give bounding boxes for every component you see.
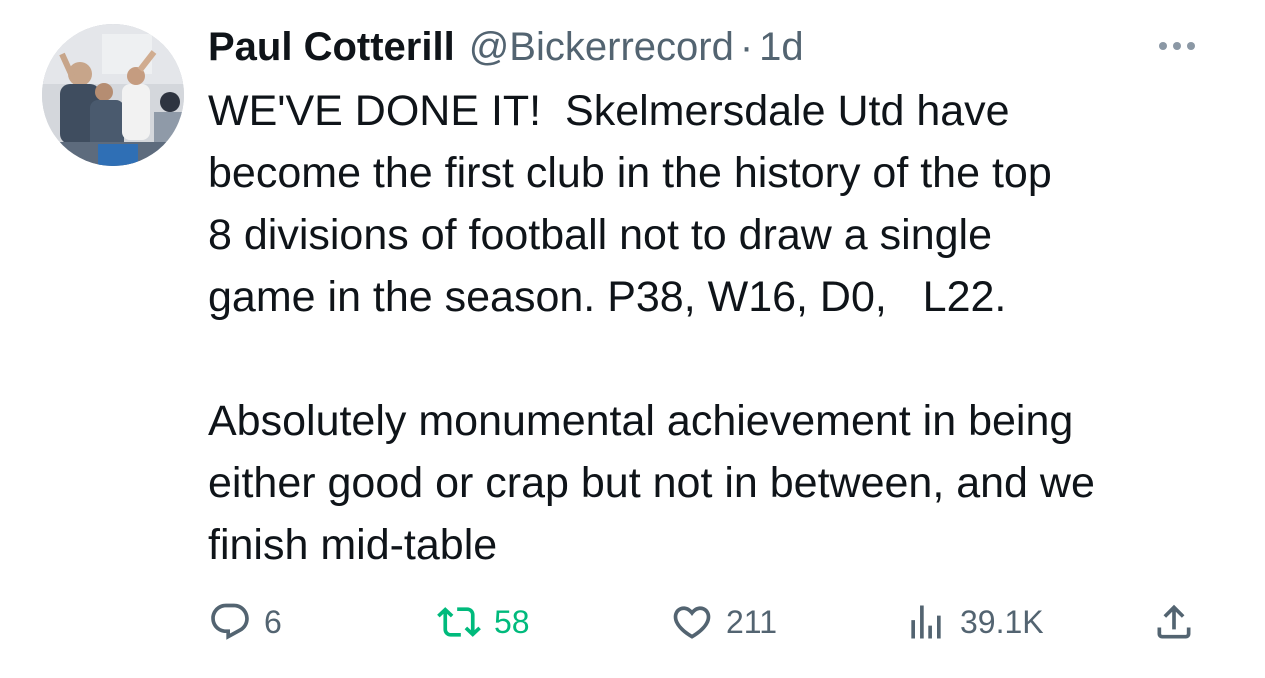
retweet-count: 58	[494, 603, 530, 640]
views-count: 39.1K	[960, 603, 1044, 640]
tweet-text-line: 8 divisions of football not to draw a si…	[208, 211, 993, 259]
views-icon	[911, 605, 941, 639]
tweet-text-line: WE'VE DONE IT! Skelmersdale Utd have	[208, 87, 1010, 135]
timestamp[interactable]: 1d	[759, 20, 804, 74]
tweet-text-line: become the first club in the history of …	[208, 149, 1052, 197]
reply-icon	[211, 603, 249, 640]
avatar[interactable]	[42, 24, 184, 166]
retweet-icon	[437, 607, 481, 637]
display-name[interactable]: Paul Cotterill	[208, 20, 455, 74]
tweet[interactable]: Paul Cotterill @Bickerrecord · 1d WE'VE …	[0, 0, 1265, 678]
tweet-text-line: either good or crap but not in between, …	[208, 459, 1095, 507]
user-handle[interactable]: @Bickerrecord	[469, 20, 734, 74]
share-icon	[1157, 604, 1191, 639]
views-button[interactable]: 39.1K	[904, 592, 1044, 652]
reply-button[interactable]: 6	[208, 592, 282, 652]
separator-dot: ·	[739, 25, 754, 69]
reply-count: 6	[264, 603, 282, 640]
like-button[interactable]: 211	[670, 592, 777, 652]
like-icon	[673, 606, 711, 639]
tweet-text: WE'VE DONE IT! Skelmersdale Utd have bec…	[208, 80, 1248, 576]
tweet-text-line: game in the season. P38, W16, D0, L22.	[208, 273, 1007, 321]
tweet-text-line: Absolutely monumental achievement in bei…	[208, 397, 1074, 445]
tweet-text-line: finish mid-table	[208, 521, 498, 569]
tweet-header: Paul Cotterill @Bickerrecord · 1d	[208, 20, 804, 74]
retweet-button[interactable]: 58	[436, 592, 530, 652]
more-icon[interactable]	[1152, 34, 1202, 58]
like-count: 211	[726, 603, 778, 640]
share-button[interactable]	[1152, 592, 1196, 652]
action-bar: 6 58 211 39.1K	[0, 592, 1265, 652]
